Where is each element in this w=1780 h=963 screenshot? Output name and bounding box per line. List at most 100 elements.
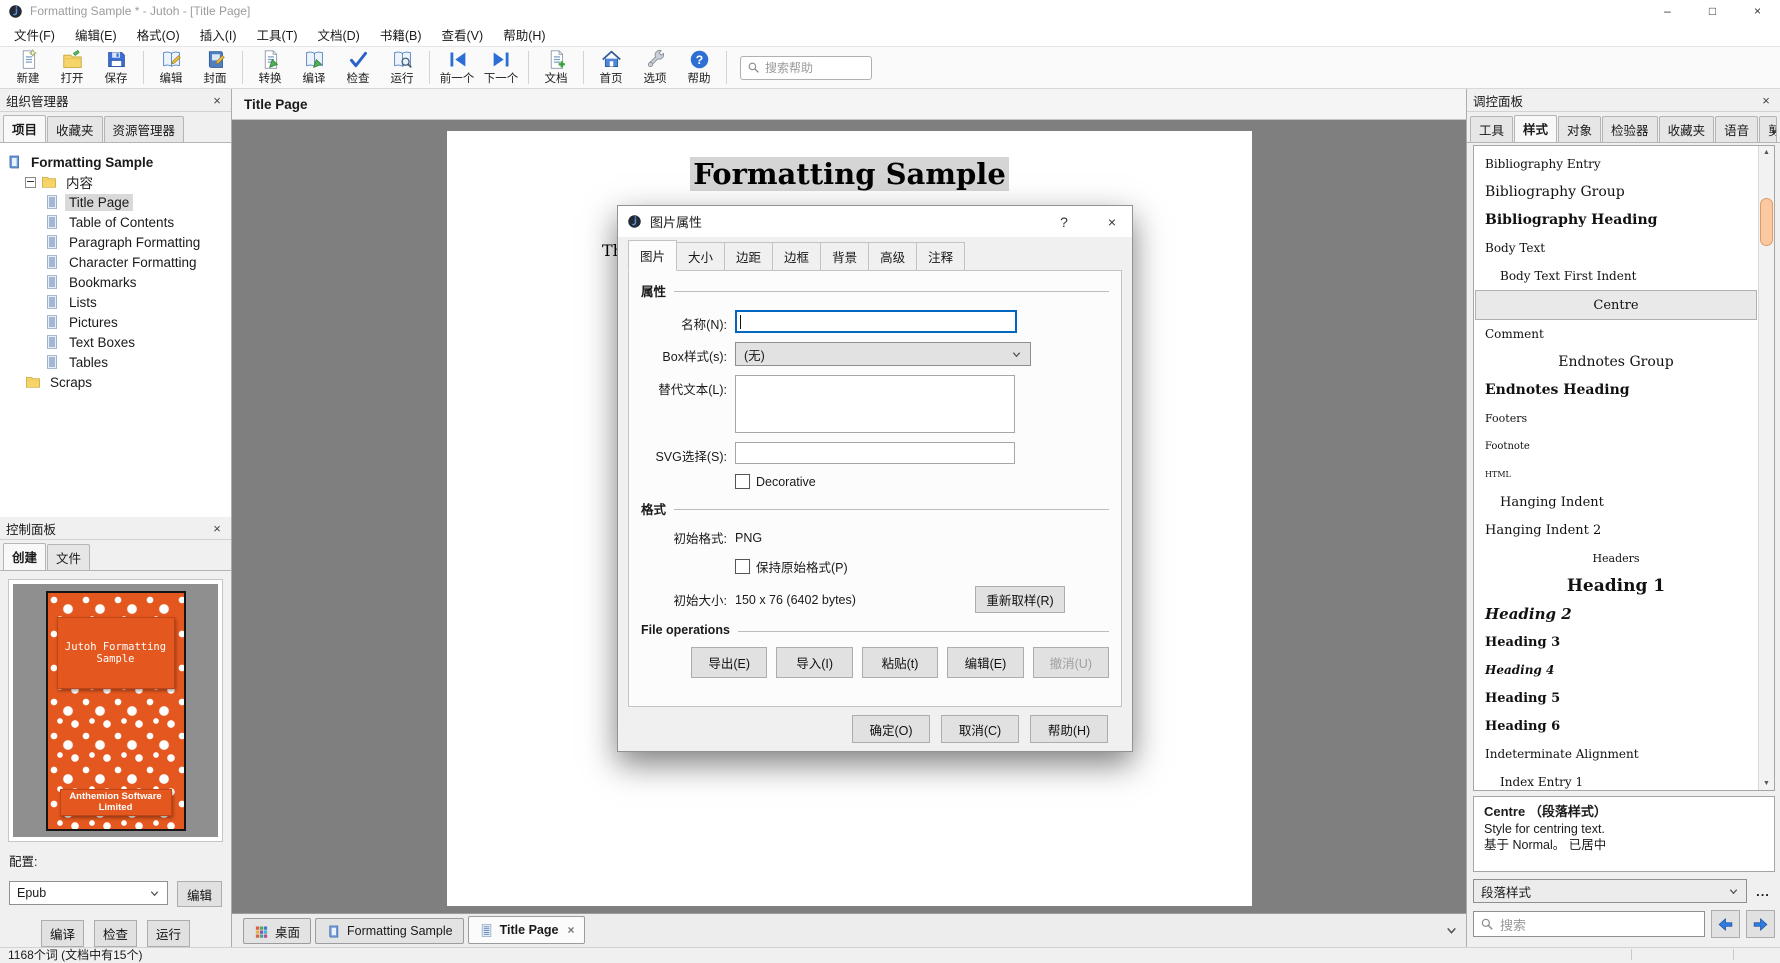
previous-style-button[interactable] (1711, 910, 1740, 938)
style-item-comment[interactable]: Comment (1474, 320, 1758, 348)
scrollbar-thumb[interactable] (1760, 198, 1773, 246)
file-op-button-3[interactable]: 编辑(E) (947, 647, 1023, 678)
next-button[interactable]: 下一个 (479, 48, 523, 87)
menu-item-5[interactable]: 文档(D) (307, 22, 369, 47)
style-item-footers[interactable]: Footers (1474, 404, 1758, 432)
open-folder-button[interactable]: 打开 (50, 48, 94, 87)
organizer-tab-2[interactable]: 资源管理器 (104, 116, 185, 142)
close-icon[interactable]: × (209, 521, 225, 536)
options-button[interactable]: 选项 (633, 48, 677, 87)
tree-item-tables[interactable]: Tables (0, 352, 231, 372)
run-button[interactable]: 运行 (380, 48, 424, 87)
style-item-bibliography-heading[interactable]: Bibliography Heading (1474, 206, 1758, 234)
style-item-heading-4[interactable]: Heading 4 (1474, 656, 1758, 684)
style-item-heading-2[interactable]: Heading 2 (1474, 600, 1758, 628)
style-item-hanging-indent-2[interactable]: Hanging Indent 2 (1474, 516, 1758, 544)
help-search-input[interactable]: 搜索帮助 (740, 56, 872, 80)
tab-overflow-icon[interactable]: ▼ (1770, 128, 1778, 137)
file-op-button-0[interactable]: 导出(E) (691, 647, 767, 678)
decorative-checkbox[interactable] (735, 474, 750, 489)
tree-item-table-of-contents[interactable]: Table of Contents (0, 212, 231, 232)
previous-button[interactable]: 前一个 (435, 48, 479, 87)
compile-button[interactable]: 编译 (292, 48, 336, 87)
new-document-button[interactable]: 新建 (6, 48, 50, 87)
organizer-tab-0[interactable]: 项目 (3, 115, 46, 142)
action-button-1[interactable]: 检查 (94, 920, 137, 947)
add-document-button[interactable]: 文档 (534, 48, 578, 87)
style-list-scrollbar[interactable]: ▲ ▼ (1758, 146, 1774, 790)
menu-item-6[interactable]: 书籍(B) (370, 22, 432, 47)
action-button-0[interactable]: 编译 (41, 920, 84, 947)
tree-item-bookmarks[interactable]: Bookmarks (0, 272, 231, 292)
style-type-select[interactable]: 段落样式 (1473, 879, 1747, 903)
palette-tab-1[interactable]: 样式 (1514, 115, 1557, 142)
check-button[interactable]: 检查 (336, 48, 380, 87)
style-item-index-entry-1[interactable]: Index Entry 1 (1474, 768, 1758, 790)
close-icon[interactable]: × (1758, 93, 1774, 108)
dialog-tab-2[interactable]: 边距 (725, 242, 773, 271)
tree-item-内容[interactable]: 内容 (0, 172, 231, 192)
config-select[interactable]: Epub (9, 881, 168, 905)
tree-item-lists[interactable]: Lists (0, 292, 231, 312)
menu-item-3[interactable]: 插入(I) (190, 22, 247, 47)
style-item-endnotes-heading[interactable]: Endnotes Heading (1474, 376, 1758, 404)
style-item-heading-1[interactable]: Heading 1 (1474, 572, 1758, 600)
close-icon[interactable]: × (567, 923, 574, 937)
help-button[interactable]: ?帮助 (677, 48, 721, 87)
style-item-body-text-first-indent[interactable]: Body Text First Indent (1474, 262, 1758, 290)
style-search-input[interactable]: 搜索 (1473, 911, 1705, 937)
save-button[interactable]: 保存 (94, 48, 138, 87)
style-item-endnotes-group[interactable]: Endnotes Group (1474, 348, 1758, 376)
dialog-tab-6[interactable]: 注释 (917, 242, 965, 271)
dialog-tab-1[interactable]: 大小 (677, 242, 725, 271)
resample-button[interactable]: 重新取样(R) (975, 586, 1065, 613)
convert-button[interactable]: 转换 (248, 48, 292, 87)
keep-original-format-checkbox[interactable] (735, 559, 750, 574)
ok-button[interactable]: 确定(O) (852, 715, 930, 743)
palette-tab-0[interactable]: 工具 (1470, 116, 1513, 142)
dialog-help-button[interactable]: ? (1044, 206, 1084, 237)
action-button-2[interactable]: 运行 (147, 920, 190, 947)
tree-expander-icon[interactable] (25, 177, 36, 188)
style-item-html[interactable]: HTML (1474, 460, 1758, 488)
dialog-close-button[interactable]: × (1092, 206, 1132, 237)
style-item-body-text[interactable]: Body Text (1474, 234, 1758, 262)
style-item-headers[interactable]: Headers (1474, 544, 1758, 572)
document-tab-2[interactable]: Title Page× (468, 916, 586, 944)
file-op-button-1[interactable]: 导入(I) (776, 647, 852, 678)
dialog-tab-3[interactable]: 边框 (773, 242, 821, 271)
tree-item-title-page[interactable]: Title Page (0, 192, 231, 212)
palette-tab-2[interactable]: 对象 (1558, 116, 1601, 142)
tree-item-text-boxes[interactable]: Text Boxes (0, 332, 231, 352)
tree-item-formatting-sample[interactable]: Formatting Sample (0, 152, 231, 172)
document-tab-0[interactable]: 桌面 (243, 918, 311, 944)
svg-selector-input[interactable] (735, 442, 1015, 464)
style-item-bibliography-group[interactable]: Bibliography Group (1474, 178, 1758, 206)
edit-config-button[interactable]: 编辑 (177, 881, 222, 907)
document-tab-1[interactable]: Formatting Sample (315, 918, 464, 944)
name-input[interactable] (735, 310, 1017, 333)
chevron-down-icon[interactable] (1445, 924, 1458, 937)
organizer-tab-1[interactable]: 收藏夹 (47, 116, 103, 142)
file-op-button-2[interactable]: 粘贴(t) (862, 647, 938, 678)
minimize-button[interactable]: – (1645, 0, 1690, 22)
close-button[interactable]: × (1735, 0, 1780, 22)
alt-text-input[interactable] (735, 375, 1015, 433)
cover-book-button[interactable]: 封面 (193, 48, 237, 87)
palette-tab-3[interactable]: 检验器 (1602, 116, 1658, 142)
style-item-indeterminate-alignment[interactable]: Indeterminate Alignment (1474, 740, 1758, 768)
style-item-footnote[interactable]: Footnote (1474, 432, 1758, 460)
control-panel-tab-1[interactable]: 文件 (47, 544, 90, 570)
menu-item-1[interactable]: 编辑(E) (65, 22, 127, 47)
menu-item-7[interactable]: 查看(V) (432, 22, 494, 47)
scroll-down-icon[interactable]: ▼ (1759, 780, 1774, 787)
dialog-tab-0[interactable]: 图片 (628, 240, 677, 271)
dialog-tab-5[interactable]: 高级 (869, 242, 917, 271)
more-options-button[interactable]: ... (1751, 884, 1775, 899)
tree-item-paragraph-formatting[interactable]: Paragraph Formatting (0, 232, 231, 252)
close-icon[interactable]: × (209, 93, 225, 108)
menu-item-0[interactable]: 文件(F) (4, 22, 65, 47)
style-item-heading-3[interactable]: Heading 3 (1474, 628, 1758, 656)
edit-book-button[interactable]: 编辑 (149, 48, 193, 87)
menu-item-8[interactable]: 帮助(H) (493, 22, 555, 47)
